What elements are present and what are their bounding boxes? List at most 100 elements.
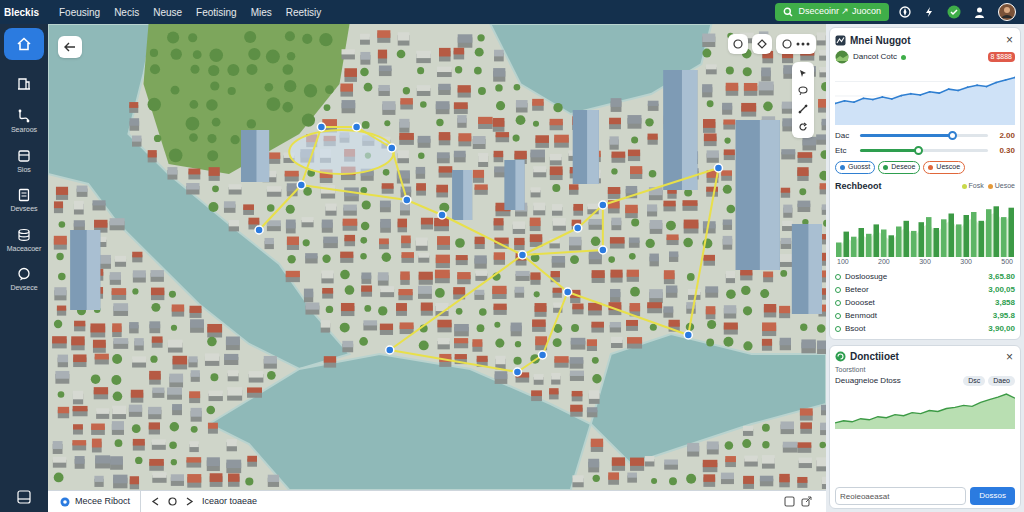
- filter-chip[interactable]: Guosst: [835, 161, 875, 174]
- filter-chip[interactable]: Deseoe: [878, 161, 920, 174]
- nav-item[interactable]: Feotising: [189, 5, 244, 20]
- avatar-icon[interactable]: [998, 3, 1016, 21]
- building: [626, 186, 637, 193]
- lasso-icon[interactable]: [798, 86, 808, 96]
- top-action-button[interactable]: Dseceoinr ↗ Juocon: [775, 3, 889, 21]
- building: [94, 387, 108, 394]
- building: [741, 103, 756, 112]
- layers-button[interactable]: [776, 34, 816, 54]
- nav-item[interactable]: Necis: [107, 5, 146, 20]
- bar: [934, 228, 940, 257]
- tree: [360, 237, 367, 244]
- view-button[interactable]: [752, 34, 772, 54]
- building: [530, 218, 541, 226]
- window-icon[interactable]: [784, 496, 795, 507]
- tree: [419, 340, 429, 350]
- row-icon: [835, 287, 841, 293]
- sidebar-item[interactable]: Devsees: [4, 185, 44, 218]
- building: [421, 218, 433, 225]
- collapse-icon[interactable]: [17, 490, 31, 504]
- tree: [650, 324, 657, 331]
- sidebar-item[interactable]: [4, 67, 44, 99]
- stat-row[interactable]: Doooset3,858: [835, 297, 1015, 310]
- building: [73, 406, 88, 411]
- stat-row[interactable]: Bsoot3,90,00: [835, 323, 1015, 336]
- status-icon[interactable]: [947, 5, 961, 19]
- back-button[interactable]: [58, 36, 82, 58]
- building: [610, 322, 621, 327]
- layers-icon: [782, 39, 792, 49]
- building: [55, 371, 69, 379]
- share-icon[interactable]: [801, 496, 812, 507]
- refresh-icon[interactable]: [798, 122, 808, 132]
- axis-tick: 500: [1001, 257, 1013, 268]
- stat-row[interactable]: Benmodt3,95.8: [835, 310, 1015, 323]
- sidebar-item[interactable]: [4, 28, 44, 60]
- building: [589, 390, 600, 399]
- map-canvas[interactable]: [48, 24, 826, 490]
- sidebar-label: Searoos: [11, 125, 37, 136]
- contact-input[interactable]: [835, 487, 966, 505]
- building: [209, 391, 223, 396]
- land: [48, 24, 826, 490]
- compass-icon[interactable]: [899, 6, 911, 18]
- building: [227, 387, 242, 396]
- building: [418, 136, 431, 143]
- building: [726, 271, 735, 278]
- building: [494, 50, 504, 57]
- app-logo[interactable]: Bleckis: [0, 5, 52, 20]
- sidebar-label: Devsece: [10, 283, 37, 294]
- slider-knob[interactable]: [948, 131, 957, 140]
- view-button[interactable]: [728, 34, 748, 54]
- building: [740, 270, 752, 276]
- tower: [792, 224, 822, 314]
- building: [688, 289, 700, 295]
- close-button[interactable]: ×: [1004, 351, 1015, 363]
- tree: [361, 222, 369, 230]
- slider-knob[interactable]: [914, 146, 923, 155]
- slider-track[interactable]: [860, 134, 988, 137]
- map[interactable]: [48, 24, 826, 490]
- submit-button[interactable]: Dossos: [970, 487, 1015, 505]
- trend-point: [910, 93, 912, 95]
- sidebar-item[interactable]: Sios: [4, 146, 44, 179]
- account-avatar-icon[interactable]: [835, 50, 849, 64]
- sidebar: Searoos Sios Devsees Maceacoer Devsece: [0, 24, 48, 512]
- building: [799, 458, 812, 463]
- contact-tag[interactable]: Daeo: [988, 376, 1015, 387]
- building: [743, 476, 754, 484]
- nav-item[interactable]: Neuse: [146, 5, 189, 20]
- slider-track[interactable]: [860, 149, 988, 152]
- route-node: [403, 196, 411, 204]
- bolt-icon[interactable]: [923, 6, 935, 18]
- filter-chip[interactable]: Uescoe: [923, 161, 965, 174]
- sidebar-item[interactable]: Maceacoer: [4, 225, 44, 258]
- previous-icon[interactable]: [151, 497, 160, 506]
- stat-row[interactable]: Beteor3,00,05: [835, 284, 1015, 297]
- row-value: 3,00,05: [988, 284, 1015, 296]
- building: [797, 477, 807, 483]
- nav-item[interactable]: Reetisiy: [279, 5, 329, 20]
- tree: [743, 306, 752, 315]
- building: [187, 474, 201, 483]
- sidebar-item[interactable]: Devsece: [4, 264, 44, 297]
- building: [781, 421, 794, 429]
- building: [188, 356, 197, 362]
- building: [819, 67, 826, 72]
- location-label[interactable]: Mecee Riboct: [48, 491, 141, 512]
- contact-tag[interactable]: Dsc: [963, 376, 985, 387]
- nav-item[interactable]: Mies: [244, 5, 279, 20]
- select-icon[interactable]: [798, 68, 808, 78]
- sidebar-item[interactable]: Searoos: [4, 106, 44, 139]
- close-button[interactable]: ×: [1004, 34, 1015, 46]
- building: [224, 201, 236, 208]
- nav-item[interactable]: Foeusing: [52, 5, 107, 20]
- ruler-icon[interactable]: [798, 104, 808, 114]
- building: [378, 50, 387, 59]
- building: [706, 306, 716, 314]
- record-icon[interactable]: [168, 497, 177, 506]
- stat-row[interactable]: Dosloosuge3,65.80: [835, 271, 1015, 284]
- route-node: [353, 123, 361, 131]
- next-icon[interactable]: [185, 497, 194, 506]
- user-icon[interactable]: [973, 6, 986, 19]
